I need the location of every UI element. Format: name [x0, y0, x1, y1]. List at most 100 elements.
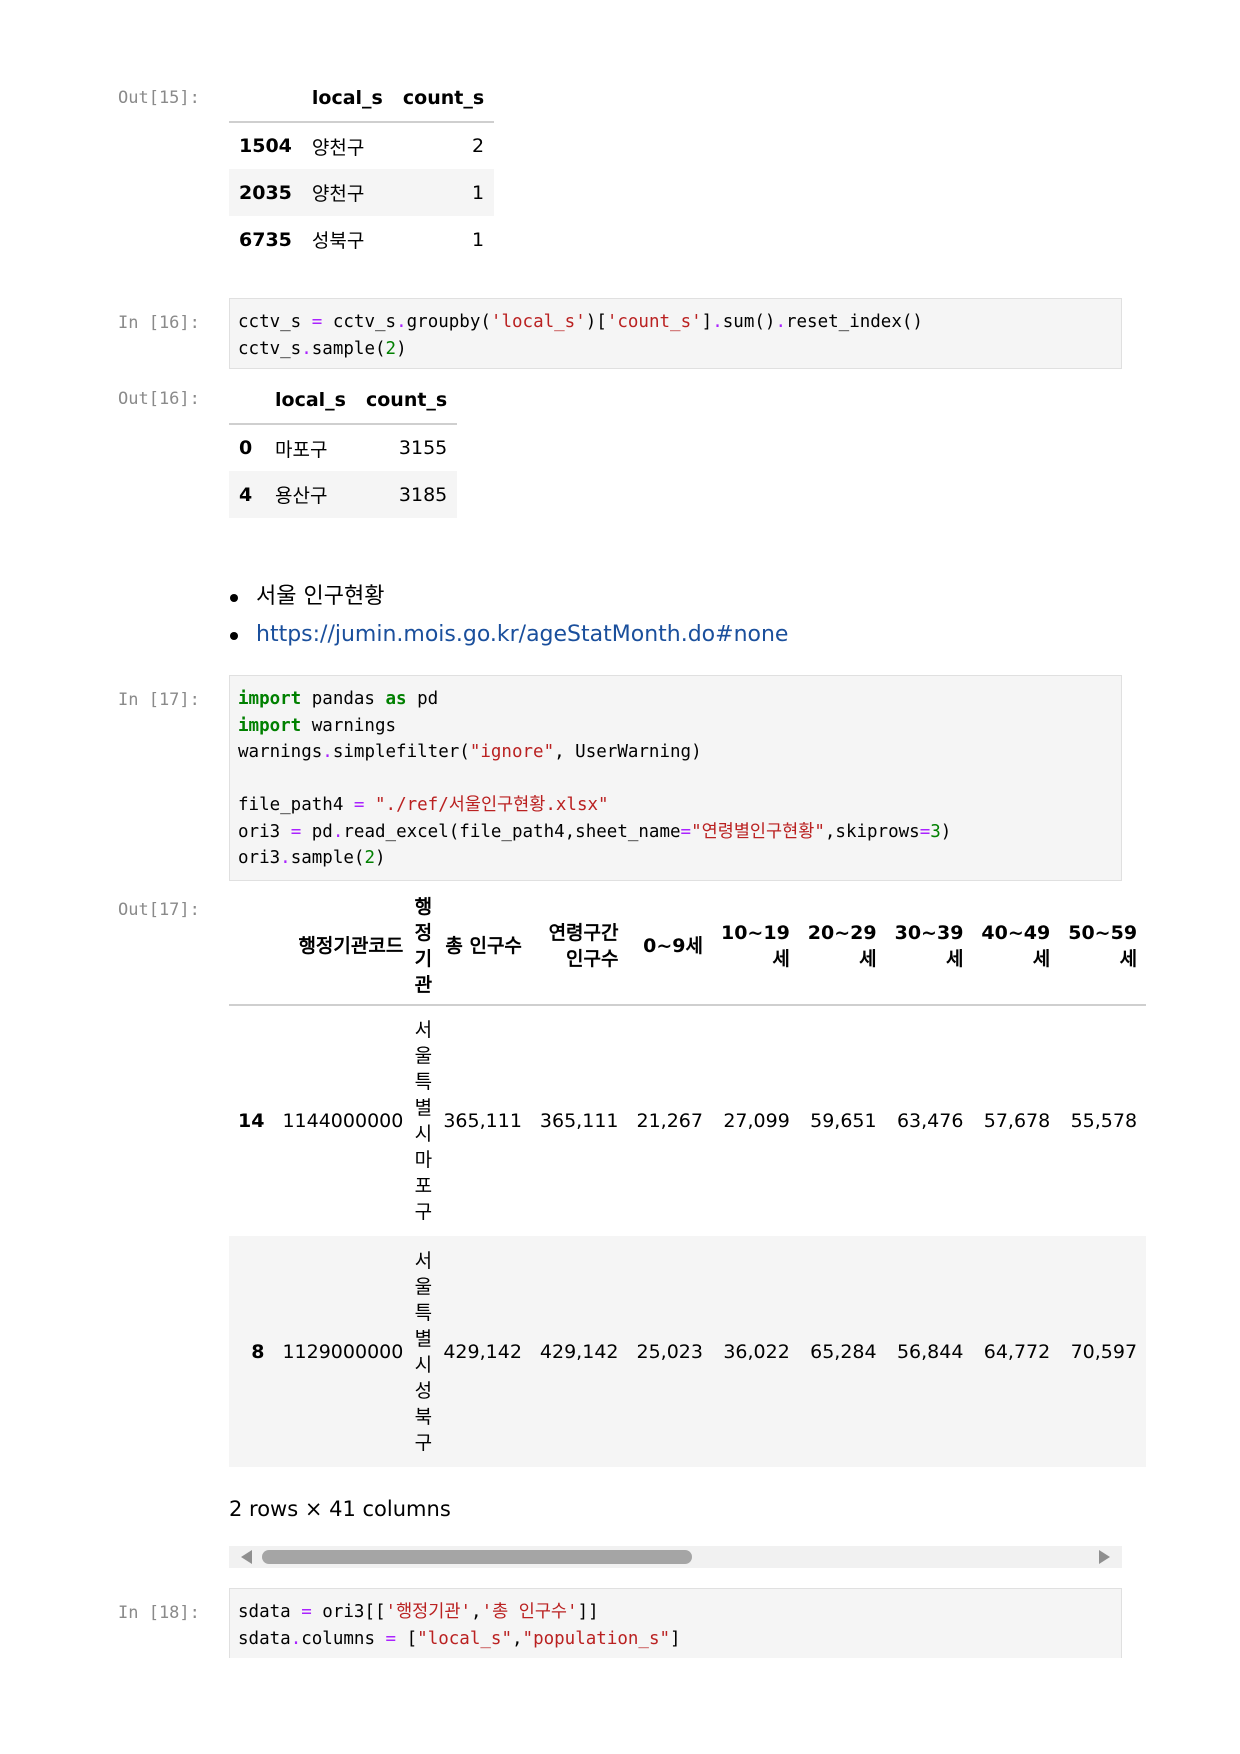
table-cell: 57,678 — [983, 1110, 1051, 1132]
table-cell: 365,111 — [443, 1110, 522, 1132]
table-cell: 64,772 — [983, 1340, 1051, 1363]
column-header: 행정기관 — [412, 888, 434, 1005]
column-header: 40~49세 — [981, 922, 1051, 970]
table-cell: 21,267 — [636, 1110, 703, 1132]
table-cell: 59,651 — [810, 1110, 877, 1132]
table-cell: 56,844 — [896, 1340, 964, 1363]
table-cell: 36,022 — [723, 1340, 790, 1363]
triangle-right-icon[interactable] — [1099, 1550, 1110, 1564]
column-header: 30~39세 — [894, 922, 964, 970]
table-row: 4 용산구 3185 — [229, 471, 458, 518]
code-line: sdata = ori3[['행정기관','총 인구수']] — [238, 1602, 599, 1622]
column-header: 행정기관코드 — [298, 935, 404, 957]
code-line: ori3 = pd.read_excel(file_path4,sheet_na… — [238, 821, 952, 842]
table-row: 1504 양천구 2 — [229, 122, 494, 169]
row-index: 14 — [238, 1110, 265, 1132]
table-row: 2035 양천구 1 — [229, 169, 495, 216]
dataframe-table: local_s count_s 1504 양천구 2 2035 양천구 1 67… — [229, 74, 495, 263]
table-cell: 1144000000 — [282, 1110, 404, 1132]
column-header: local_s — [275, 388, 346, 411]
column-header: count_s — [402, 86, 485, 109]
table-cell: 27,099 — [723, 1110, 790, 1132]
table-cell: 70,597 — [1070, 1340, 1138, 1363]
index-header — [229, 74, 302, 122]
table-cell: 성북구 — [311, 230, 365, 252]
out15-prompt: Out[15]: — [118, 88, 200, 108]
table-cell: 55,578 — [1070, 1110, 1138, 1132]
in16-prompt: In [16]: — [118, 313, 200, 333]
table-cell: 25,023 — [636, 1340, 703, 1363]
table-row: 6735 성북구 1 — [229, 216, 494, 263]
row-index: 2035 — [239, 181, 292, 204]
table-cell: 서울특별시마포구 — [412, 1005, 434, 1236]
column-header: 0~9세 — [643, 935, 703, 957]
row-index: 1504 — [239, 135, 292, 157]
table-cell: 429,142 — [443, 1340, 522, 1363]
code-line: ori3.sample(2) — [238, 848, 386, 868]
horizontal-scrollbar[interactable] — [229, 1546, 1122, 1568]
list-item: https://jumin.mois.go.kr/ageStatMonth.do… — [229, 616, 788, 654]
table-cell: 3155 — [398, 437, 448, 459]
table-cell: 63,476 — [896, 1110, 964, 1132]
table-cell: 용산구 — [275, 485, 328, 507]
markdown-list: 서울 인구현황 https://jumin.mois.go.kr/ageStat… — [229, 578, 788, 654]
in16-code-cell[interactable]: cctv_s = cctv_s.groupby('local_s')['coun… — [229, 298, 1122, 369]
table-cell: 1 — [472, 181, 485, 204]
in18-code-cell[interactable]: sdata = ori3[['행정기관','총 인구수']] sdata.col… — [229, 1588, 1122, 1658]
out17-output: 행정기관코드 행정기관 총 인구수 연령구간인구수 0~9세 10~19세 20… — [229, 888, 1147, 1467]
out15-output: local_s count_s 1504 양천구 2 2035 양천구 1 67… — [229, 74, 495, 263]
table-cell: 마포구 — [275, 438, 328, 461]
rows-columns-info: 2 rows × 41 columns — [229, 1497, 451, 1521]
index-header — [229, 888, 273, 1005]
index-header — [229, 376, 265, 424]
row-index: 0 — [239, 437, 253, 459]
column-header: local_s — [311, 86, 383, 109]
cell-text: 서울특별시성북구 — [414, 1249, 433, 1454]
row-index: 8 — [251, 1340, 265, 1363]
column-header: 총 인구수 — [445, 935, 522, 957]
row-index: 4 — [239, 483, 253, 506]
table-cell: 서울특별시성북구 — [412, 1236, 434, 1467]
out16-output: local_s count_s 0 마포구 3155 4 용산구 3185 — [229, 376, 458, 518]
column-header: count_s — [365, 388, 448, 411]
list-item: 서울 인구현황 — [229, 578, 788, 616]
code-line: cctv_s = cctv_s.groupby('local_s')['coun… — [238, 312, 923, 332]
table-cell: 365,111 — [539, 1110, 619, 1132]
code-line: cctv_s.sample(2) — [238, 338, 407, 359]
table-cell: 3185 — [398, 483, 448, 506]
in18-prompt: In [18]: — [118, 1603, 200, 1623]
code-line: warnings.simplefilter("ignore", UserWarn… — [238, 742, 702, 762]
dataframe-table: local_s count_s 0 마포구 3155 4 용산구 3185 — [229, 376, 458, 518]
code-line: sdata.columns = ["local_s","population_s… — [238, 1628, 681, 1649]
table-cell: 양천구 — [311, 136, 365, 159]
table-row: 0 마포구 3155 — [229, 424, 457, 471]
column-header: 연령구간인구수 — [548, 922, 619, 970]
scrollbar-thumb[interactable] — [262, 1550, 692, 1564]
code-line: file_path4 = "./ref/서울인구현황.xlsx" — [238, 795, 609, 815]
column-header-label: 행정기관 — [414, 896, 433, 996]
table-cell: 65,284 — [810, 1340, 877, 1363]
column-header: 20~29세 — [807, 922, 877, 970]
bullet-text: 서울 인구현황 — [256, 584, 385, 609]
table-cell: 1129000000 — [282, 1340, 404, 1363]
in17-prompt: In [17]: — [118, 690, 200, 710]
table-row: 8 1129000000 서울특별시성북구 429,142 429,142 25… — [229, 1236, 1147, 1467]
column-header: 50~59세 — [1068, 922, 1138, 970]
in17-code-cell[interactable]: import pandas as pd import warnings warn… — [229, 675, 1122, 881]
code-line: import pandas as pd — [238, 689, 439, 709]
table-cell: 2 — [472, 135, 485, 157]
table-cell: 1 — [472, 228, 485, 251]
row-index: 6735 — [239, 228, 292, 251]
code-line: import warnings — [238, 715, 397, 736]
column-header: 10~19세 — [720, 922, 790, 970]
triangle-left-icon[interactable] — [241, 1550, 252, 1564]
table-row: 14 1144000000 서울특별시마포구 365,111 365,111 2… — [229, 1005, 1146, 1236]
out16-prompt: Out[16]: — [118, 389, 200, 409]
table-cell: 429,142 — [539, 1340, 619, 1363]
cell-text: 서울특별시마포구 — [414, 1019, 433, 1223]
table-cell: 양천구 — [311, 183, 365, 205]
population-link[interactable]: https://jumin.mois.go.kr/ageStatMonth.do… — [256, 622, 788, 647]
out17-prompt: Out[17]: — [118, 900, 200, 920]
dataframe-table: 행정기관코드 행정기관 총 인구수 연령구간인구수 0~9세 10~19세 20… — [229, 888, 1147, 1467]
